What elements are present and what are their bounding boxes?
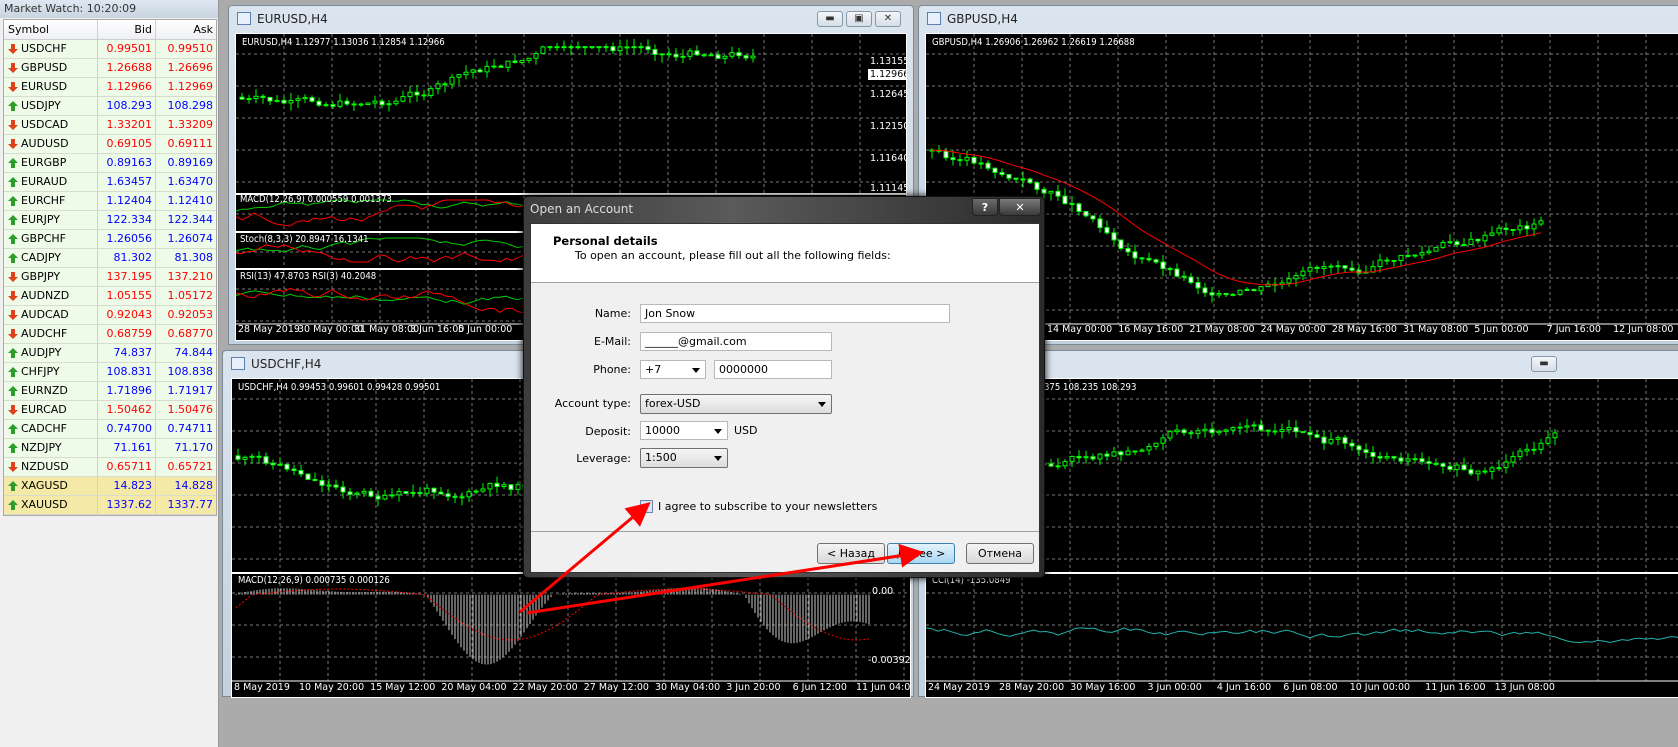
arrow-to-next-button bbox=[526, 543, 924, 615]
annotation-arrows bbox=[519, 502, 924, 615]
arrow-to-checkbox bbox=[519, 502, 651, 614]
